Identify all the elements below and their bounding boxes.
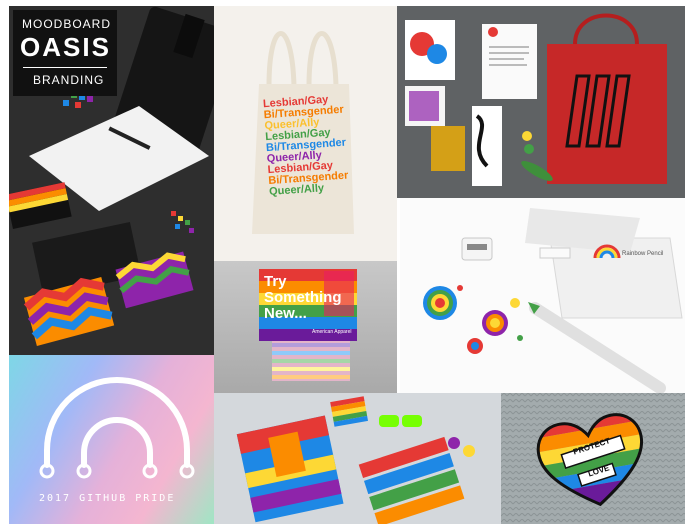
- moodboard-text: MOODBOARD: [22, 17, 112, 31]
- branding-text: BRANDING: [33, 73, 105, 87]
- photo-rainbow-pencil: Rainbow Pencil: [400, 198, 685, 393]
- photo-try-something-new: Try Something New... American Apparel: [214, 261, 397, 393]
- oasis-text: OASIS: [20, 32, 111, 62]
- photo-flyers-merch: [214, 393, 501, 524]
- photo-tote-bag: Lesbian/Gay Bi/Transgender Queer/Ally Le…: [214, 6, 397, 261]
- sign-line-1: Try: [264, 273, 287, 290]
- photo-oasis-branding: MOODBOARD OASIS BRANDING: [9, 6, 214, 355]
- sign-line-2: Something: [264, 289, 342, 306]
- photo-github-pride: 2017 GITHUB PRIDE: [9, 355, 214, 524]
- pride-caption: 2017 GITHUB PRIDE: [39, 493, 176, 504]
- photo-stationery-red-tote: [397, 6, 685, 198]
- photo-protect-love-pin: PROTECT LOVE: [501, 393, 685, 524]
- label-divider: [23, 67, 107, 68]
- tote-text-block: Lesbian/Gay Bi/Transgender Queer/Ally Le…: [263, 93, 360, 198]
- oasis-label-box: MOODBOARD OASIS BRANDING: [13, 10, 117, 96]
- pencil-box-title: Rainbow Pencil: [622, 251, 664, 257]
- sign-brand: American Apparel: [312, 329, 352, 335]
- sign-line-3: New...: [264, 305, 307, 322]
